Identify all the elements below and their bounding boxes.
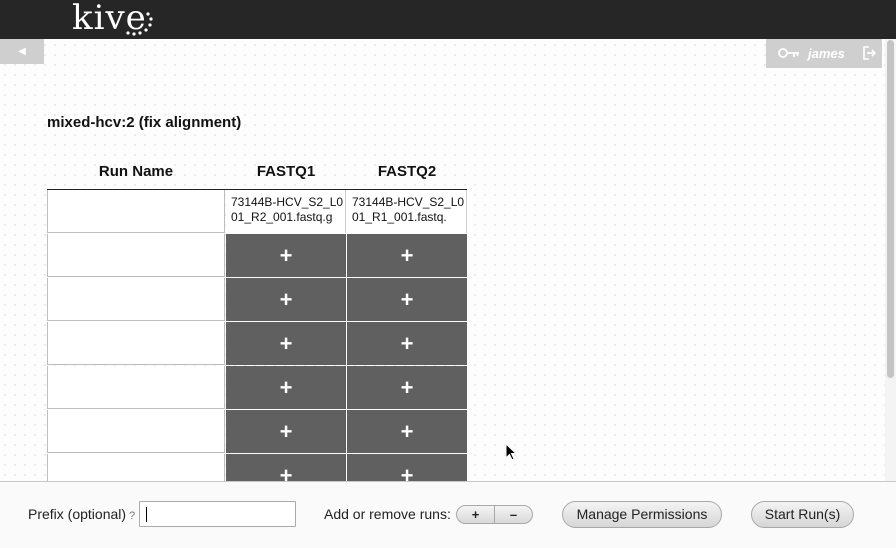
top-bar: kive <box>0 0 896 39</box>
table-row: + + <box>47 366 467 410</box>
plus-icon: + <box>279 374 293 400</box>
scrollbar-thumb[interactable] <box>887 40 894 378</box>
user-name[interactable]: james <box>808 46 845 61</box>
fastq2-add-button[interactable]: + <box>347 366 467 409</box>
remove-run-button[interactable]: – <box>495 506 532 523</box>
fastq2-add-button[interactable]: + <box>347 410 467 453</box>
fastq2-add-button[interactable]: + <box>347 234 467 277</box>
run-name-field[interactable] <box>47 366 225 409</box>
fastq1-add-button[interactable]: + <box>226 410 346 453</box>
plus-icon: + <box>279 286 293 312</box>
text-caret <box>146 507 147 522</box>
fastq2-header: FASTQ2 <box>377 163 437 180</box>
user-bar: james <box>766 39 882 68</box>
plus-icon: + <box>279 418 293 444</box>
back-button[interactable]: ◀ <box>0 39 44 64</box>
table-row: + + <box>47 322 467 366</box>
fastq1-add-button[interactable]: + <box>226 366 346 409</box>
run-name-field[interactable] <box>47 234 225 277</box>
start-runs-button[interactable]: Start Run(s) <box>751 501 854 528</box>
run-name-header: Run Name <box>98 163 174 180</box>
plus-icon: + <box>400 418 414 444</box>
fastq1-add-button[interactable]: + <box>226 278 346 321</box>
plus-icon: + <box>279 242 293 268</box>
run-name-field[interactable] <box>47 454 225 482</box>
run-name-field[interactable] <box>47 410 225 453</box>
fastq2-cell[interactable]: 73144B-HCV_S2_L001_R1_001.fastq. <box>347 190 467 233</box>
fastq1-header: FASTQ1 <box>256 163 316 180</box>
plus-icon: + <box>400 374 414 400</box>
fastq2-add-button[interactable]: + <box>347 278 467 321</box>
bottom-toolbar: Prefix (optional)? Add or remove runs: +… <box>0 481 896 548</box>
logo-dots-icon <box>126 12 153 36</box>
run-table: Run Name FASTQ1 FASTQ2 73144B-HCV_S2_L00… <box>47 158 467 482</box>
fastq1-add-button[interactable]: + <box>226 234 346 277</box>
table-row: + + <box>47 410 467 454</box>
prefix-input[interactable] <box>139 501 296 527</box>
plus-icon: + <box>279 462 293 482</box>
add-run-button[interactable]: + <box>457 506 494 523</box>
run-name-field[interactable] <box>47 190 225 233</box>
fastq1-add-button[interactable]: + <box>226 322 346 365</box>
prefix-label: Prefix (optional)? <box>28 506 136 522</box>
mouse-cursor-icon <box>505 443 517 461</box>
plus-icon: + <box>400 462 414 482</box>
back-arrow-icon: ◀ <box>18 46 26 57</box>
add-remove-label: Add or remove runs: <box>324 506 451 522</box>
table-row: + + <box>47 278 467 322</box>
page-title: mixed-hcv:2 (fix alignment) <box>47 114 242 131</box>
fastq2-add-button[interactable]: + <box>347 454 467 482</box>
manage-permissions-button[interactable]: Manage Permissions <box>562 501 722 528</box>
logout-icon[interactable] <box>862 46 876 60</box>
table-row: 73144B-HCV_S2_L001_R2_001.fastq.g 73144B… <box>47 190 467 234</box>
key-icon <box>778 48 799 58</box>
plus-icon: + <box>400 330 414 356</box>
fastq1-add-button[interactable]: + <box>226 454 346 482</box>
plus-icon: + <box>279 330 293 356</box>
table-row: + + <box>47 454 467 482</box>
add-remove-runs-group: + – <box>456 505 533 524</box>
run-name-field[interactable] <box>47 322 225 365</box>
run-name-field[interactable] <box>47 278 225 321</box>
plus-icon: + <box>400 286 414 312</box>
fastq2-add-button[interactable]: + <box>347 322 467 365</box>
table-row: + + <box>47 234 467 278</box>
fastq1-cell[interactable]: 73144B-HCV_S2_L001_R2_001.fastq.g <box>226 190 346 233</box>
help-icon[interactable]: ? <box>129 510 135 522</box>
plus-icon: + <box>400 242 414 268</box>
